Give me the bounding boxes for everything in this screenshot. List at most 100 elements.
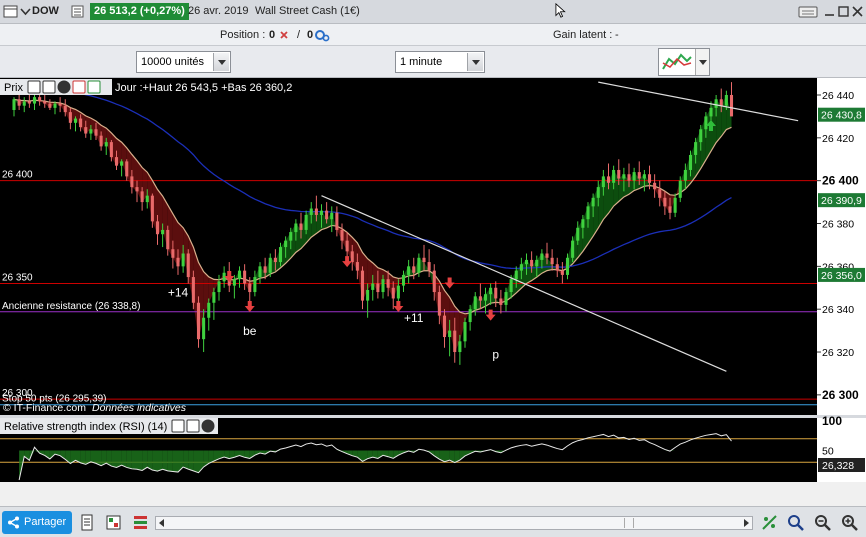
price-panel-title: Prix <box>4 82 23 94</box>
candle <box>166 229 170 250</box>
trade-annotation: be <box>243 324 257 338</box>
wrench-icon[interactable] <box>171 419 185 433</box>
candle <box>540 253 544 260</box>
scroll-thumb[interactable] <box>624 518 634 528</box>
candle <box>407 266 411 275</box>
price-panel[interactable] <box>0 78 817 415</box>
chevron-down-icon[interactable] <box>695 49 709 75</box>
close-position-icon[interactable] <box>279 30 289 40</box>
orders-settings-icon[interactable] <box>314 28 330 42</box>
panel-separator[interactable] <box>0 415 817 418</box>
rsi-fill <box>116 450 122 468</box>
candle <box>524 259 529 265</box>
window-icon[interactable] <box>186 419 200 433</box>
trading-window: DOW 26 513,2 (+0,27%) 26 avr. 2019 Wall … <box>0 0 866 537</box>
template-icon[interactable] <box>104 513 123 532</box>
quote-date: 26 avr. 2019 <box>188 5 249 17</box>
price-level-label: 26 400 <box>2 170 33 181</box>
candle <box>73 118 78 123</box>
chart-style-icon <box>662 53 692 70</box>
rsi-fill <box>121 450 127 468</box>
chart-toolbar: 10000 unités 1 minute <box>0 46 866 78</box>
window-grid-icon[interactable] <box>3 4 18 19</box>
orders-value: 0 <box>307 29 314 41</box>
scroll-left-icon[interactable] <box>159 519 164 527</box>
candle <box>673 197 677 213</box>
candle <box>453 330 457 353</box>
data-note-label: Données indicatives <box>92 402 187 414</box>
candle <box>289 232 293 241</box>
auto-scroll-icon[interactable] <box>760 513 779 532</box>
wrench-icon[interactable] <box>27 80 41 94</box>
candle <box>427 262 431 271</box>
indicators-icon[interactable] <box>131 513 150 532</box>
price-axis[interactable] <box>817 78 866 415</box>
candle <box>576 227 580 241</box>
move-down-icon[interactable] <box>72 80 86 94</box>
zoom-fit-icon[interactable] <box>786 513 805 532</box>
chevron-down-icon[interactable] <box>18 4 33 19</box>
candle <box>565 257 570 275</box>
candle <box>448 330 452 338</box>
candle <box>340 229 344 241</box>
chart-style-button[interactable] <box>658 48 710 76</box>
rsi-tick-label: 50 <box>822 446 834 458</box>
candle <box>412 266 416 273</box>
time-scrollbar[interactable] <box>155 516 753 530</box>
rsi-fill <box>147 450 153 471</box>
candle <box>653 182 657 190</box>
candle <box>319 210 324 215</box>
scroll-right-icon[interactable] <box>744 519 749 527</box>
minimize-icon[interactable] <box>822 4 837 19</box>
rsi-fill <box>172 450 178 473</box>
close-icon[interactable] <box>850 4 865 19</box>
candle <box>571 240 575 258</box>
candle <box>458 341 462 353</box>
candle <box>386 279 390 288</box>
close-icon[interactable] <box>57 80 71 94</box>
maximize-icon[interactable] <box>836 4 851 19</box>
day-range-info: Jour :+Haut 26 543,5 +Bas 26 360,2 <box>115 82 292 94</box>
candle <box>186 253 190 278</box>
candle <box>683 169 687 181</box>
candle <box>704 116 708 130</box>
quantity-value: 10000 unités <box>141 56 204 68</box>
candle <box>43 101 47 104</box>
zoom-in-icon[interactable] <box>840 513 859 532</box>
candle <box>499 298 503 305</box>
candle <box>104 142 108 147</box>
position-value: 0 <box>269 29 276 41</box>
chevron-down-icon[interactable] <box>213 53 229 71</box>
candle <box>422 257 426 263</box>
candle <box>494 287 498 299</box>
rsi-fill <box>193 450 199 473</box>
close-icon[interactable] <box>201 419 215 433</box>
timeframe-select[interactable]: 1 minute <box>395 51 485 73</box>
chart-area[interactable]: Relative strength index (RSI) (14) 100 50 2… <box>0 78 866 482</box>
symbol-name: DOW <box>32 5 59 17</box>
candle <box>514 270 518 280</box>
share-button[interactable]: Partager <box>2 511 72 534</box>
keyboard-icon[interactable] <box>798 4 818 19</box>
zoom-out-icon[interactable] <box>813 513 832 532</box>
rsi-fill <box>80 450 86 465</box>
trade-annotation: +14 <box>168 285 189 299</box>
move-up-icon[interactable] <box>87 80 101 94</box>
share-icon <box>8 516 19 529</box>
candle <box>79 118 83 128</box>
mouse-cursor-icon <box>555 3 566 18</box>
candle <box>489 287 493 295</box>
candle <box>360 270 365 301</box>
quantity-select[interactable]: 10000 unités <box>136 51 231 73</box>
candle <box>212 292 216 303</box>
candle <box>22 101 26 106</box>
window-icon[interactable] <box>42 80 56 94</box>
candle <box>627 174 631 181</box>
candle <box>714 99 718 108</box>
chevron-down-icon[interactable] <box>467 53 483 71</box>
candle <box>237 270 242 280</box>
watchlist-icon[interactable] <box>70 4 85 19</box>
chart-layout-icon[interactable] <box>79 513 98 532</box>
candle <box>258 266 262 278</box>
candle <box>309 208 313 215</box>
